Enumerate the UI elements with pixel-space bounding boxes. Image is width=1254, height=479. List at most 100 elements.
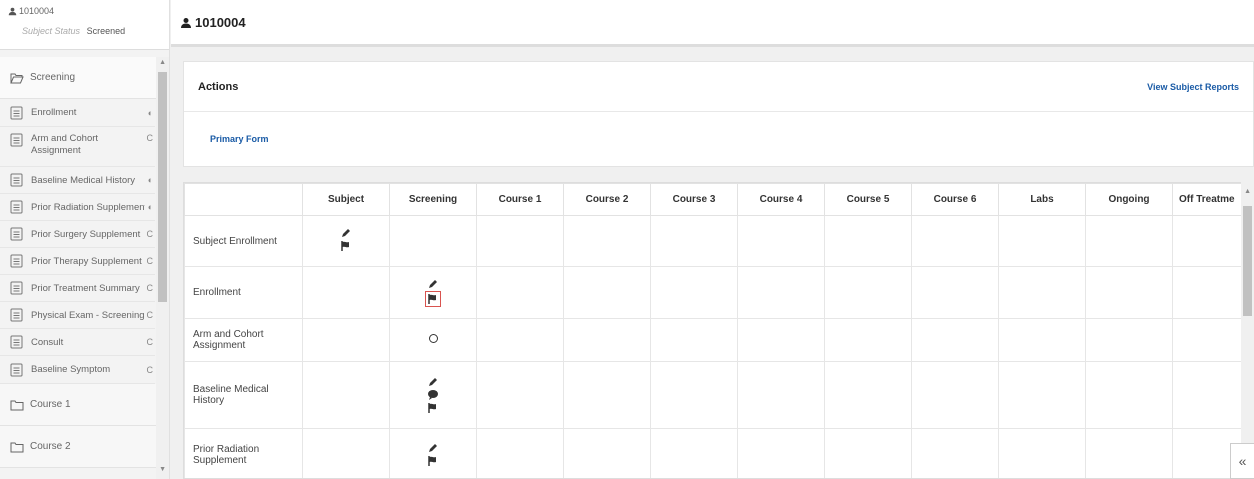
sidebar-item-prior-treatment[interactable]: Prior Treatment Summary C [0,275,155,302]
table-cell[interactable] [911,318,999,362]
collapse-panel-button[interactable]: « [1230,443,1254,479]
table-cell[interactable] [998,361,1086,429]
table-cell[interactable] [998,428,1086,478]
column-header[interactable]: Subject [302,183,390,216]
column-header[interactable]: Ongoing [1085,183,1173,216]
sidebar-item-physical-exam[interactable]: Physical Exam - Screening C [0,302,155,329]
table-cell[interactable] [1085,428,1173,478]
table-cell[interactable] [824,215,912,267]
table-cell[interactable] [650,266,738,319]
table-cell[interactable] [911,361,999,429]
table-cell[interactable] [737,266,825,319]
table-cell[interactable] [476,266,564,319]
table-cell[interactable] [650,215,738,267]
sidebar-item-enrollment[interactable]: Enrollment ◐ [0,99,155,127]
table-cell[interactable] [998,215,1086,267]
table-cell[interactable] [389,215,477,267]
sidebar-item-consult[interactable]: Consult C [0,329,155,356]
sidebar-item-label: Prior Radiation Supplement [31,201,145,213]
table-cell[interactable] [563,318,651,362]
column-header[interactable]: Labs [998,183,1086,216]
column-header[interactable]: Course 1 [476,183,564,216]
table-cell[interactable] [476,215,564,267]
table-cell[interactable] [737,428,825,478]
table-cell[interactable] [824,361,912,429]
scroll-up-arrow-icon[interactable]: ▲ [159,59,166,66]
highlighted-flag[interactable] [425,291,441,307]
pencil-icon[interactable] [427,278,439,290]
table-cell[interactable] [389,428,477,478]
table-cell[interactable] [302,428,390,478]
flag-icon[interactable] [427,293,439,305]
table-cell[interactable] [911,215,999,267]
pencil-icon[interactable] [427,376,439,388]
grid-scroll-thumb[interactable] [1243,206,1252,316]
table-cell[interactable] [911,266,999,319]
document-icon [10,281,23,295]
folder-open-icon [10,73,24,83]
table-cell[interactable] [737,318,825,362]
table-cell[interactable] [476,428,564,478]
column-header[interactable]: Course 3 [650,183,738,216]
view-subject-reports-link[interactable]: View Subject Reports [1147,82,1239,92]
table-cell[interactable] [650,318,738,362]
table-cell[interactable] [824,266,912,319]
document-icon [10,308,23,322]
table-cell[interactable] [563,361,651,429]
table-cell[interactable] [998,318,1086,362]
folder-course-2[interactable]: Course 2 [0,426,169,468]
table-cell[interactable] [476,318,564,362]
table-cell[interactable] [1085,215,1173,267]
table-row: Arm and Cohort Assignment [184,318,1253,362]
table-row: Prior Radiation Supplement [184,428,1253,478]
table-cell[interactable] [737,215,825,267]
folder-course-1[interactable]: Course 1 [0,384,169,426]
sidebar-item-prior-surgery[interactable]: Prior Surgery Supplement C [0,221,155,248]
table-cell[interactable] [824,318,912,362]
flag-icon[interactable] [427,455,439,467]
table-cell[interactable] [1085,318,1173,362]
column-header[interactable]: Course 2 [563,183,651,216]
status-indicator: ◐ [147,202,153,212]
scroll-up-arrow-icon[interactable]: ▲ [1244,188,1251,195]
table-cell[interactable] [389,318,477,362]
column-header[interactable]: Course 5 [824,183,912,216]
flag-icon[interactable] [340,240,352,252]
flag-icon[interactable] [427,402,439,414]
table-cell[interactable] [476,361,564,429]
sidebar-scroll-thumb[interactable] [158,72,167,302]
sidebar-item-prior-radiation[interactable]: Prior Radiation Supplement ◐ [0,194,155,221]
folder-screening[interactable]: Screening [0,57,169,99]
table-cell[interactable] [563,266,651,319]
sidebar-item-baseline-medical[interactable]: Baseline Medical History ◐ [0,167,155,194]
column-header[interactable]: Course 4 [737,183,825,216]
table-cell[interactable] [1085,266,1173,319]
table-cell[interactable] [563,428,651,478]
table-cell[interactable] [650,361,738,429]
pencil-icon[interactable] [340,227,352,239]
sidebar-item-baseline-symptom[interactable]: Baseline Symptom C [0,356,155,384]
table-cell[interactable] [302,318,390,362]
scroll-down-arrow-icon[interactable]: ▼ [159,466,166,473]
table-cell[interactable] [998,266,1086,319]
table-cell[interactable] [389,361,477,429]
table-cell[interactable] [824,428,912,478]
table-cell[interactable] [389,266,477,319]
table-cell[interactable] [302,361,390,429]
table-cell[interactable] [302,215,390,267]
circle-icon[interactable] [428,334,438,343]
table-cell[interactable] [1085,361,1173,429]
comment-icon[interactable] [427,389,439,401]
table-cell[interactable] [563,215,651,267]
pencil-icon[interactable] [427,442,439,454]
primary-form-link[interactable]: Primary Form [210,134,269,144]
table-cell[interactable] [737,361,825,429]
user-icon [181,17,191,28]
table-cell[interactable] [911,428,999,478]
column-header[interactable]: Course 6 [911,183,999,216]
table-cell[interactable] [650,428,738,478]
sidebar-item-prior-therapy[interactable]: Prior Therapy Supplement C [0,248,155,275]
table-cell[interactable] [302,266,390,319]
sidebar-item-arm-cohort[interactable]: Arm and Cohort Assignment C [0,127,155,167]
column-header[interactable]: Screening [389,183,477,216]
